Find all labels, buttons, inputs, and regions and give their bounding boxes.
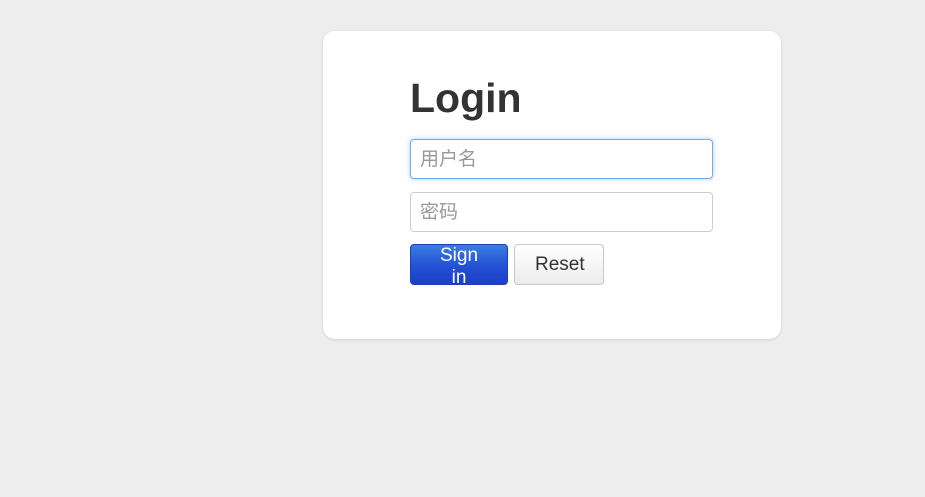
username-input[interactable] — [410, 139, 713, 179]
form-actions: Sign in Reset — [410, 244, 713, 288]
password-input[interactable] — [410, 192, 713, 232]
login-form: Login Sign in Reset — [410, 73, 713, 288]
login-card: Login Sign in Reset — [323, 31, 781, 339]
sign-in-button[interactable]: Sign in — [410, 244, 508, 288]
reset-button[interactable]: Reset — [514, 244, 604, 285]
login-title: Login — [410, 75, 522, 121]
